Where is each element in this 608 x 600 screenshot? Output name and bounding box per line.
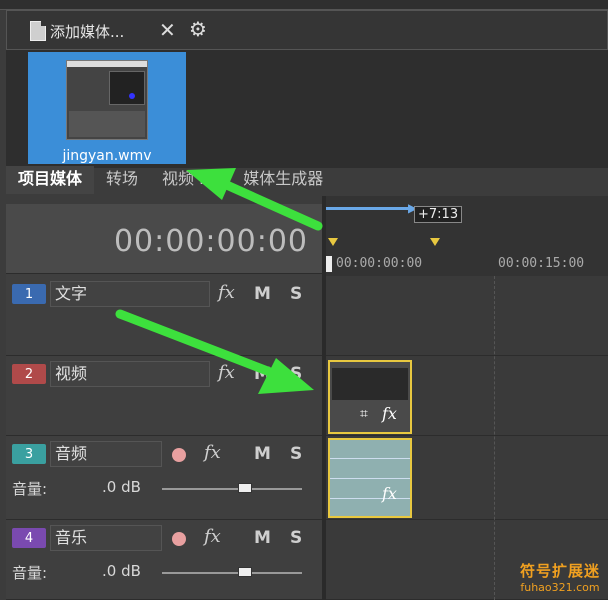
watermark-en: fuhao321.com (520, 581, 600, 594)
watermark: 符号扩展迷 fuhao321.com (520, 560, 600, 594)
green-arrow-icon (186, 168, 323, 231)
green-arrow-icon (115, 309, 314, 394)
annotation-arrows (115, 168, 323, 394)
watermark-cn: 符号扩展迷 (519, 562, 600, 580)
